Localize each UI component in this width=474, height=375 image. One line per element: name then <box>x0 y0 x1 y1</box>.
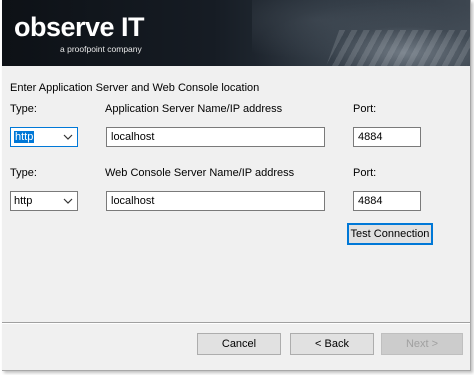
web-port-input[interactable]: 4884 <box>353 191 421 211</box>
observeit-logo: observe IT <box>14 12 145 42</box>
app-port-label: Port: <box>353 103 377 115</box>
app-server-name-value: localhost <box>111 131 155 143</box>
app-port-value: 4884 <box>358 131 383 143</box>
app-server-name-label: Application Server Name/IP address <box>105 103 283 115</box>
web-console-name-label: Web Console Server Name/IP address <box>105 167 295 179</box>
form-heading: Enter Application Server and Web Console… <box>10 82 260 94</box>
web-type-select[interactable]: http <box>10 191 78 211</box>
chevron-down-icon <box>63 198 73 204</box>
logo-subtext: a proofpoint company <box>60 44 142 54</box>
cancel-button[interactable]: Cancel <box>197 333 281 355</box>
web-type-label: Type: <box>10 167 37 179</box>
header-banner: observe IT a proofpoint company <box>2 0 470 66</box>
web-port-label: Port: <box>353 167 377 179</box>
test-connection-button[interactable]: Test Connection <box>347 223 433 245</box>
app-server-name-input[interactable]: localhost <box>106 127 325 147</box>
footer-divider <box>2 322 470 324</box>
back-button[interactable]: < Back <box>290 333 374 355</box>
banner-keys-texture <box>324 30 470 66</box>
chevron-down-icon <box>63 134 73 140</box>
app-port-input[interactable]: 4884 <box>353 127 421 147</box>
app-type-value: http <box>14 131 35 143</box>
web-port-value: 4884 <box>358 195 383 207</box>
web-console-name-input[interactable]: localhost <box>106 191 325 211</box>
web-console-name-value: localhost <box>111 195 155 207</box>
setup-dialog: observe IT a proofpoint company Enter Ap… <box>2 0 471 371</box>
app-type-select[interactable]: http <box>10 127 78 147</box>
web-type-value: http <box>14 195 33 207</box>
next-button[interactable]: Next > <box>381 333 463 355</box>
app-type-label: Type: <box>10 103 37 115</box>
